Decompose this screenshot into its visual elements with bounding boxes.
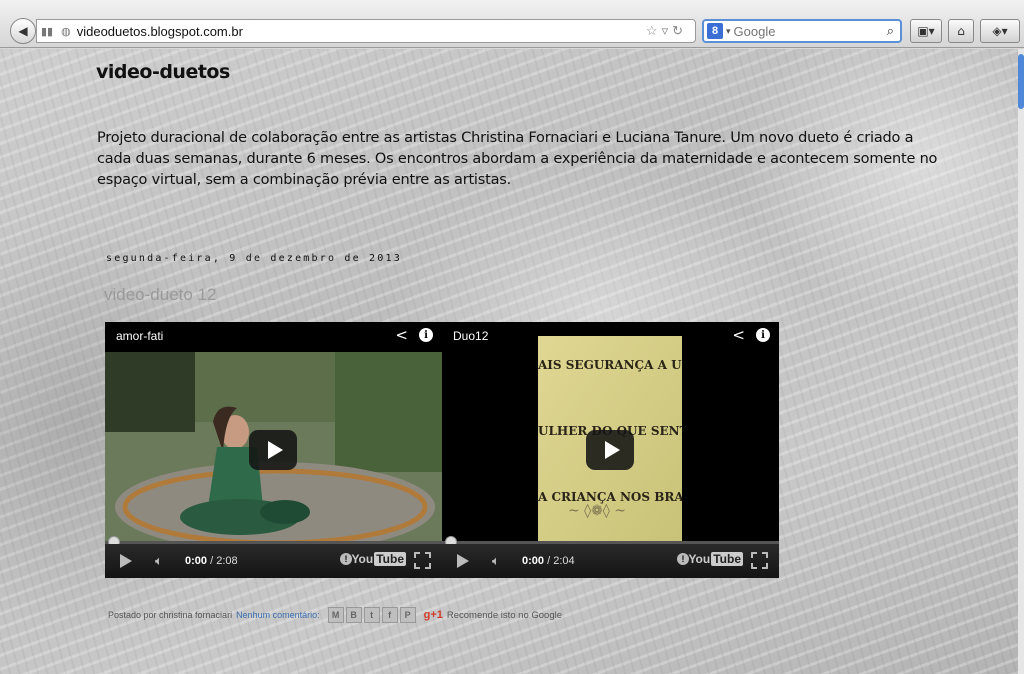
card-line-1: AIS SEGURANÇA A UMA xyxy=(538,358,682,372)
scrollbar-thumb[interactable] xyxy=(1018,54,1024,109)
site-identity-icon[interactable]: ◍ xyxy=(61,25,71,38)
twitter-share-icon[interactable]: t xyxy=(363,607,380,623)
share-icon[interactable]: < xyxy=(732,326,745,344)
back-button[interactable]: ◀ xyxy=(10,18,36,44)
blog-title[interactable]: video-duetos xyxy=(96,61,230,83)
address-bar[interactable]: ▮▮ ◍ videoduetos.blogspot.com.br ☆▿↻ xyxy=(36,19,696,43)
home-icon: ⌂ xyxy=(957,24,965,38)
search-engine-dropdown-icon[interactable]: ▾ xyxy=(726,26,731,37)
play-icon xyxy=(267,441,283,459)
page-scrollbar[interactable] xyxy=(1018,49,1024,674)
youtube-logo-icon[interactable]: You Tube xyxy=(351,552,406,566)
blog-description: Projeto duracional de colaboração entre … xyxy=(97,130,938,188)
blogger-share-icon[interactable]: B xyxy=(345,607,362,623)
volume-icon[interactable]: 🔈︎ xyxy=(492,553,500,569)
video-time: 0:00 / 2:04 xyxy=(522,555,575,567)
bookmarks-icon: ▣▾ xyxy=(917,24,935,38)
bookmark-star-icon[interactable]: ☆▿↻ xyxy=(646,23,687,39)
home-button[interactable]: ⌂ xyxy=(948,19,974,43)
play-icon xyxy=(604,441,620,459)
recommend-text: Recomende isto no Google xyxy=(446,609,563,621)
addon-button[interactable]: ◈▾ xyxy=(980,19,1020,43)
search-icon[interactable]: ⌕ xyxy=(887,23,894,39)
fullscreen-icon[interactable] xyxy=(414,552,431,569)
share-buttons: M B t f P xyxy=(327,607,416,623)
posted-by: Postado por christina fornaciari xyxy=(108,610,233,620)
play-pause-icon[interactable] xyxy=(457,554,469,568)
search-input[interactable] xyxy=(733,23,874,39)
youtube-logo-icon[interactable]: You Tube xyxy=(688,552,743,566)
comments-link[interactable]: Nenhum comentário: xyxy=(236,610,320,620)
facebook-share-icon[interactable]: f xyxy=(381,607,398,623)
search-engine-icon[interactable]: 8 xyxy=(707,23,723,39)
play-pause-icon[interactable] xyxy=(120,554,132,568)
annotation-icon[interactable]: ! xyxy=(677,553,689,565)
addon-icon: ◈▾ xyxy=(992,24,1008,38)
info-icon[interactable]: i xyxy=(419,328,433,342)
play-button[interactable] xyxy=(249,430,297,470)
card-ornament: ~ ◊❁◊ ~ xyxy=(568,503,626,519)
post-footer: Postado por christina fornaciari Nenhum … xyxy=(108,607,562,623)
tab-groups-icon: ▮▮ xyxy=(41,25,54,38)
annotation-icon[interactable]: ! xyxy=(340,553,352,565)
video-controls: 🔈︎ 0:00 / 2:04 ! You Tube xyxy=(442,544,779,578)
google-plus-button[interactable]: g+1 xyxy=(424,609,443,621)
video-time: 0:00 / 2:08 xyxy=(185,555,238,567)
fullscreen-icon[interactable] xyxy=(751,552,768,569)
volume-icon[interactable]: 🔈︎ xyxy=(155,553,163,569)
video-controls: 🔈︎ 0:00 / 2:08 ! You Tube xyxy=(105,544,442,578)
info-icon[interactable]: i xyxy=(756,328,770,342)
post-title[interactable]: video-dueto 12 xyxy=(104,285,216,305)
email-share-icon[interactable]: M xyxy=(327,607,344,623)
url-text: videoduetos.blogspot.com.br xyxy=(76,23,243,39)
play-button[interactable] xyxy=(586,430,634,470)
pinterest-share-icon[interactable]: P xyxy=(399,607,416,623)
video-player-2[interactable]: ~ ◊❁◊ ~ AIS SEGURANÇA A UMA ULHER DO QUE… xyxy=(442,322,779,578)
card-line-3: A CRIANÇA NOS BRAÇ xyxy=(538,490,682,504)
video-title-2[interactable]: Duo12 xyxy=(453,329,488,343)
browser-toolbar: ◀ ▮▮ ◍ videoduetos.blogspot.com.br ☆▿↻ 8… xyxy=(0,0,1024,48)
video-title-1[interactable]: amor-fati xyxy=(116,329,163,343)
bookmarks-menu-button[interactable]: ▣▾ xyxy=(910,19,942,43)
post-date: segunda-feira, 9 de dezembro de 2013 xyxy=(106,253,402,264)
search-bar[interactable]: 8 ▾ ⌕ xyxy=(702,19,902,43)
video-player-1[interactable]: amor-fati < i 🔈︎ 0:00 / 2:08 ! You Tube xyxy=(105,322,442,578)
share-icon[interactable]: < xyxy=(395,326,408,344)
back-arrow-icon: ◀ xyxy=(18,24,28,38)
